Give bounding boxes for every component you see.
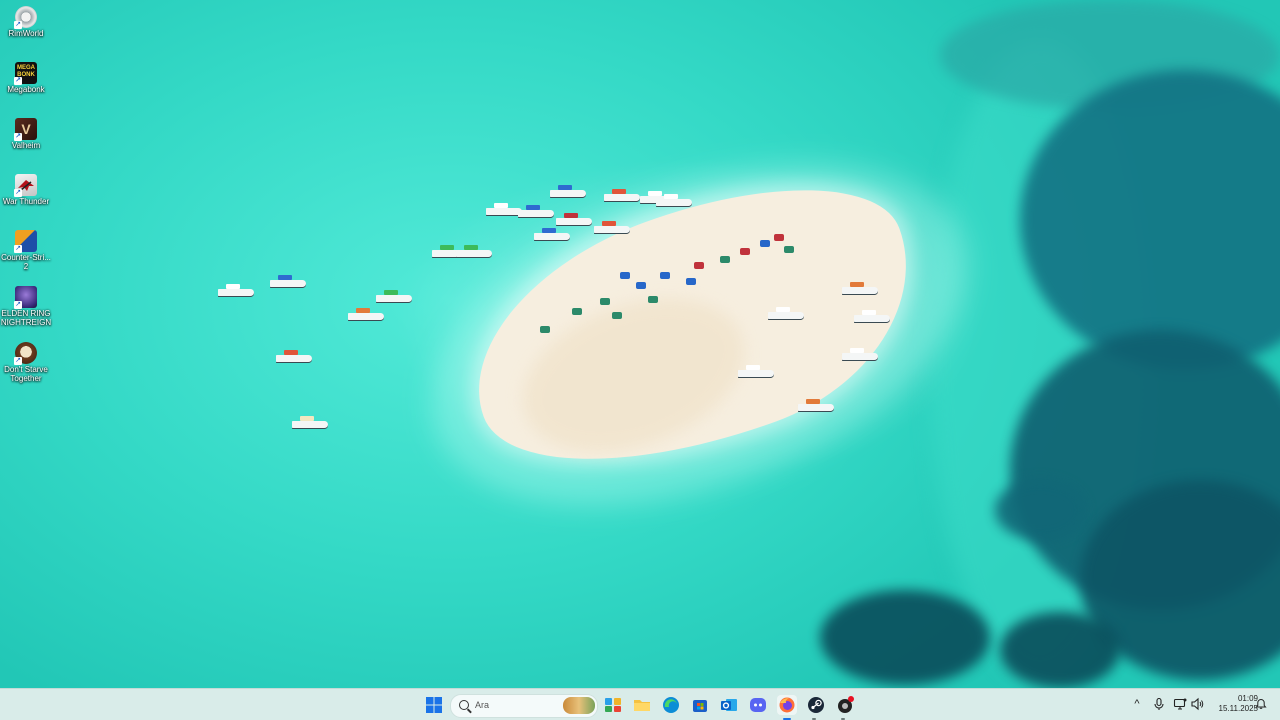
- desktop-wallpaper: [0, 0, 1280, 688]
- valheim-icon: V ↗: [14, 118, 37, 141]
- desktop-shortcut-valheim[interactable]: V ↗ Valheim: [0, 116, 52, 150]
- microphone-icon: [1154, 697, 1164, 710]
- search-box[interactable]: Ara: [450, 694, 598, 718]
- wallpaper-boat: [376, 290, 412, 302]
- game-app-icon: [838, 696, 854, 713]
- store-button[interactable]: [690, 695, 710, 715]
- network-icon: [1173, 698, 1187, 710]
- rimworld-icon: ↗: [14, 6, 37, 29]
- megabonk-icon: MEGA BONK ↗: [14, 62, 37, 85]
- widgets-button[interactable]: [603, 695, 623, 715]
- desktop-shortcut-counter-strike[interactable]: ↗ Counter-Stri... 2: [0, 228, 52, 271]
- desktop-shortcut-megabonk[interactable]: MEGA BONK ↗ Megabonk: [0, 60, 52, 94]
- wallpaper-boat: [604, 189, 640, 201]
- wallpaper-boat: [276, 350, 312, 362]
- wallpaper-boat: [456, 245, 492, 257]
- steam-icon: [808, 697, 824, 713]
- wallpaper-boat: [550, 185, 586, 197]
- desktop-shortcut-dont-starve[interactable]: ↗ Don't Starve Together: [0, 340, 52, 383]
- game-app-button[interactable]: [835, 695, 855, 715]
- notifications-button[interactable]: [1255, 698, 1267, 710]
- firefox-icon: [779, 697, 795, 713]
- notification-bell-icon: [1255, 698, 1267, 709]
- wallpaper-boat: [798, 399, 834, 411]
- desktop-shortcut-label: ELDEN RING NIGHTREIGN: [0, 309, 52, 327]
- taskbar: Ara ^ 01:09 15.11.2025: [0, 688, 1280, 720]
- search-icon: [459, 700, 469, 710]
- search-placeholder: Ara: [475, 700, 490, 710]
- desktop-shortcut-label: Counter-Stri... 2: [1, 253, 51, 271]
- wallpaper-tent: [784, 246, 794, 253]
- war-thunder-icon: ↗: [14, 174, 37, 197]
- search-highlight-image: [563, 697, 595, 714]
- start-icon: [426, 697, 442, 713]
- discord-icon: [750, 698, 766, 712]
- discord-button[interactable]: [748, 695, 768, 715]
- wallpaper-reef: [820, 590, 990, 685]
- wallpaper-boat: [270, 275, 306, 287]
- wallpaper-boat: [842, 282, 878, 294]
- network-button[interactable]: [1173, 697, 1187, 711]
- wallpaper-boat: [534, 228, 570, 240]
- wallpaper-boat: [738, 365, 774, 377]
- microphone-button[interactable]: [1152, 697, 1166, 711]
- desktop-shortcut-label: War Thunder: [2, 197, 50, 206]
- wallpaper-tent: [720, 256, 730, 263]
- volume-icon: [1191, 697, 1204, 711]
- edge-button[interactable]: [661, 695, 681, 715]
- wallpaper-tent: [540, 326, 550, 333]
- wallpaper-tent: [694, 262, 704, 269]
- wallpaper-boat: [656, 194, 692, 206]
- wallpaper-tent: [612, 312, 622, 319]
- volume-button[interactable]: [1190, 697, 1204, 711]
- wallpaper-boat: [556, 213, 592, 225]
- firefox-button[interactable]: [777, 695, 797, 715]
- show-hidden-icons-button[interactable]: ^: [1130, 697, 1144, 711]
- wallpaper-tent: [760, 240, 770, 247]
- desktop-shortcut-label: RimWorld: [8, 29, 44, 38]
- wallpaper-tent: [600, 298, 610, 305]
- wallpaper-tent: [686, 278, 696, 285]
- wallpaper-tent: [740, 248, 750, 255]
- dont-starve-icon: ↗: [14, 342, 37, 365]
- store-icon: [693, 700, 707, 712]
- outlook-button[interactable]: [719, 695, 739, 715]
- wallpaper-boat: [842, 348, 878, 360]
- wallpaper-boat: [486, 203, 522, 215]
- start-button[interactable]: [424, 695, 444, 715]
- desktop-shortcut-elden-ring[interactable]: ↗ ELDEN RING NIGHTREIGN: [0, 284, 52, 327]
- wallpaper-tent: [636, 282, 646, 289]
- desktop-shortcut-war-thunder[interactable]: ↗ War Thunder: [0, 172, 52, 206]
- wallpaper-boat: [594, 221, 630, 233]
- outlook-icon: [721, 699, 737, 711]
- chevron-up-icon: ^: [1134, 698, 1140, 710]
- desktop-shortcut-rimworld[interactable]: ↗ RimWorld: [0, 4, 52, 38]
- widgets-icon: [605, 698, 621, 712]
- counter-strike-icon: ↗: [14, 230, 37, 253]
- wallpaper-boat: [854, 310, 890, 322]
- wallpaper-boat: [218, 284, 254, 296]
- wallpaper-reef: [995, 480, 1085, 540]
- wallpaper-boat: [518, 205, 554, 217]
- clock-time: 01:09: [1237, 694, 1258, 703]
- edge-icon: [663, 697, 679, 713]
- wallpaper-boat: [292, 416, 328, 428]
- wallpaper-tent: [572, 308, 582, 315]
- elden-ring-icon: ↗: [14, 286, 37, 309]
- wallpaper-tent: [648, 296, 658, 303]
- desktop-shortcut-label: Megabonk: [7, 85, 45, 94]
- steam-button[interactable]: [806, 695, 826, 715]
- clock-date: 15.11.2025: [1218, 704, 1258, 713]
- desktop-shortcut-label: Don't Starve Together: [4, 365, 48, 383]
- wallpaper-boat: [348, 308, 384, 320]
- wallpaper-tent: [660, 272, 670, 279]
- wallpaper-tent: [620, 272, 630, 279]
- file-explorer-button[interactable]: [632, 695, 652, 715]
- wallpaper-tent: [774, 234, 784, 241]
- wallpaper-boat: [768, 307, 804, 319]
- wallpaper-reef: [1000, 612, 1120, 688]
- desktop-shortcut-label: Valheim: [11, 141, 41, 150]
- file-explorer-icon: [634, 700, 650, 711]
- clock[interactable]: 01:09 15.11.2025: [1206, 694, 1258, 714]
